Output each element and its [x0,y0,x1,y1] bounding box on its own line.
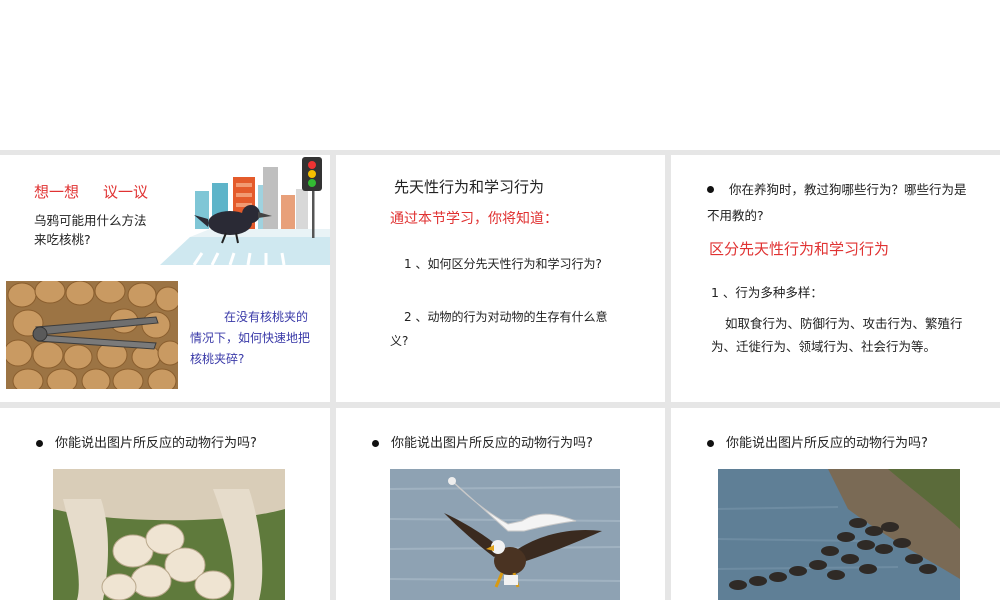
slide-subtitle: 通过本节学习，你将知道： [390,211,558,227]
slide-thumbnail-4[interactable]: 你能说出图片所反应的动物行为吗? [0,408,330,600]
slide-thumbnail-2[interactable]: 先天性行为和学习行为 通过本节学习，你将知道： 1 、如何区分先天性行为和学习行… [336,155,665,402]
wildebeest-river-photo-icon [718,469,960,600]
crow-city-illustration-icon [150,155,330,270]
picture-question: 你能说出图片所反应的动物行为吗? [726,436,928,451]
bullet-dot [372,440,379,447]
objective-item-1: 1 、如何区分先天性行为和学习行为? [404,257,602,271]
picture-question: 你能说出图片所反应的动物行为吗? [55,436,257,451]
slide-thumbnail-1[interactable]: 想一想 议一议 乌鸦可能用什么方法来吃核桃? 在没有核桃夹的情况下，如何快速地把… [0,155,330,402]
walnut-nutcracker-photo-icon [6,281,178,389]
picture-question-row: 你能说出图片所反应的动物行为吗? [707,432,928,451]
nutcracker-caption: 在没有核桃夹的情况下，如何快速地把核桃夹碎? [190,310,311,366]
eagle-gull-photo-icon [390,469,620,600]
heading-discuss: 议一议 [103,183,149,201]
bullet-dot [707,440,714,447]
crow-question: 乌鸦可能用什么方法来吃核桃? [34,213,147,247]
dog-question: 你在养狗时，教过狗哪些行为？哪些行为是不用教的? [707,182,967,223]
bullet-dot [36,440,43,447]
picture-question-row: 你能说出图片所反应的动物行为吗? [36,432,257,451]
nursing-puppies-photo-icon [53,469,285,600]
point-1-detail: 如取食行为、防御行为、攻击行为、繁殖行为、迁徙行为、领域行为、社会行为等。 [711,316,963,354]
slide-thumbnail-3[interactable]: 你在养狗时，教过狗哪些行为？哪些行为是不用教的? 区分先天性行为和学习行为 1 … [671,155,1000,402]
slide-thumbnail-6[interactable]: 你能说出图片所反应的动物行为吗? [671,408,1000,600]
picture-question-row: 你能说出图片所反应的动物行为吗? [372,432,593,451]
picture-question: 你能说出图片所反应的动物行为吗? [391,436,593,451]
heading-think: 想一想 [34,183,80,201]
slide-thumbnail-5[interactable]: 你能说出图片所反应的动物行为吗? [336,408,665,600]
highlight-heading: 区分先天性行为和学习行为 [709,240,890,258]
objective-item-2: 2 、动物的行为对动物的生存有什么意义? [390,310,608,348]
point-1: 1 、行为多种多样： [711,285,823,300]
slide-title: 先天性行为和学习行为 [394,178,545,196]
blank-top-band [0,0,1000,150]
